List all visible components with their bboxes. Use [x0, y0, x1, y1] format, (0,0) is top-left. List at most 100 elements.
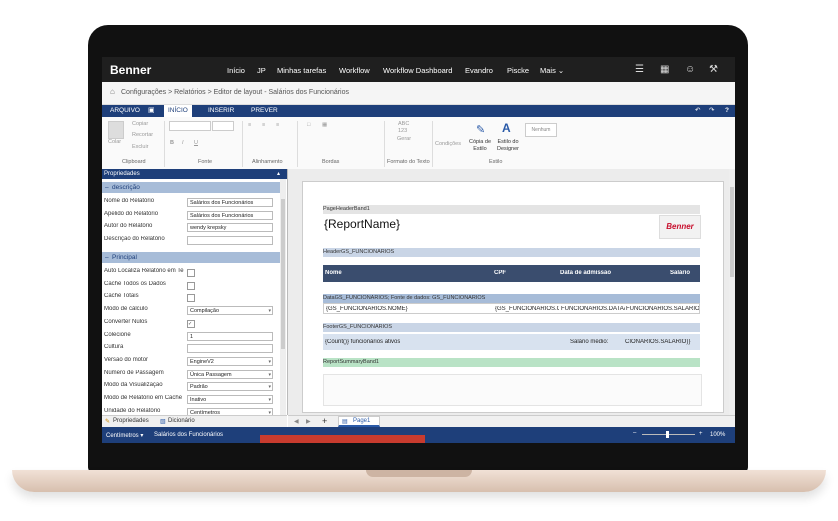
font-family-select[interactable] [169, 121, 211, 131]
tab-inserir[interactable]: INSERIR [204, 105, 238, 117]
help-icon[interactable]: ? [721, 105, 733, 117]
report-page[interactable]: PageHeaderBand1 {ReportName} Benner Head… [302, 181, 724, 413]
chevron-down-icon[interactable]: ▾ [268, 358, 271, 365]
scroll-thumb[interactable] [281, 199, 285, 349]
tab-dicionario[interactable]: Dicionário [168, 418, 195, 424]
property-select[interactable]: Única Passagem ▾ [187, 369, 273, 379]
col-nome[interactable]: Nome [325, 270, 342, 276]
property-input[interactable]: wendy krepsky [187, 223, 273, 232]
border-all-icon[interactable]: ▦ [322, 122, 327, 128]
chevron-down-icon[interactable]: ▾ [268, 383, 271, 390]
property-select[interactable]: Padrão ▾ [187, 382, 273, 392]
zoom-in-button[interactable]: + [699, 431, 703, 437]
footer-band[interactable]: FooterGS_FUNCIONARIOS [323, 323, 700, 332]
colar-button[interactable]: Colar [108, 139, 121, 145]
property-input[interactable] [187, 235, 273, 245]
copiar-button[interactable]: Copiar [132, 121, 148, 127]
section-principal[interactable]: – Principal [102, 252, 280, 263]
redo-icon[interactable]: ↷ [705, 105, 718, 117]
font-size-select[interactable] [212, 121, 234, 131]
home-icon[interactable]: ⌂ [110, 87, 115, 96]
nav-evandro[interactable]: Evandro [465, 66, 493, 75]
property-input[interactable]: Salários dos Funcionários [187, 210, 273, 220]
property-select[interactable]: EngineV2 ▾ [187, 356, 273, 366]
zoom-slider-thumb[interactable] [666, 431, 669, 438]
header-band[interactable]: HeaderGS_FUNCIONARIOS [323, 248, 700, 257]
unit-select[interactable]: Centímetros ▾ [106, 432, 143, 439]
properties-scrollbar[interactable] [280, 179, 286, 415]
cell-cpf[interactable]: {GS_FUNCIONARIOS.CP [495, 306, 559, 312]
chevron-down-icon[interactable]: ▾ [268, 396, 271, 403]
property-checkbox[interactable] [187, 269, 195, 277]
wrench-icon[interactable]: ⚒ [709, 64, 718, 75]
tab-prever[interactable]: PREVER [247, 105, 282, 117]
save-icon[interactable]: ▣ [144, 105, 159, 117]
property-checkbox[interactable] [187, 294, 195, 303]
footer-count[interactable]: {Count()} funcionários ativos [325, 339, 400, 345]
benner-logo[interactable]: Benner [110, 63, 151, 77]
condicoes-button[interactable]: Condições [435, 141, 461, 147]
property-select[interactable]: Inativo ▾ [187, 395, 273, 404]
tab-inicio[interactable]: INÍCIO [164, 105, 192, 117]
nav-minhas-tarefas[interactable]: Minhas tarefas [277, 66, 326, 75]
benner-report-logo[interactable]: Benner [659, 215, 701, 239]
nav-workflow[interactable]: Workflow [339, 66, 370, 75]
user-icon[interactable]: ☺ [685, 64, 695, 75]
align-right-icon[interactable]: ≡ [276, 122, 279, 128]
undo-icon[interactable]: ↶ [691, 105, 704, 117]
nav-inicio[interactable]: Início [227, 66, 245, 75]
recortar-button[interactable]: Recortar [132, 132, 153, 138]
report-name-field[interactable]: {ReportName} [324, 217, 400, 231]
col-cpf[interactable]: CPF [494, 270, 506, 276]
property-input[interactable] [187, 344, 273, 354]
tab-arquivo[interactable]: ARQUIVO [106, 105, 144, 117]
col-data-admissao[interactable]: Data de admissão [560, 270, 611, 276]
reports-icon[interactable]: ☰ [635, 64, 644, 75]
breadcrumb-path[interactable]: Configurações > Relatórios > Editor de l… [121, 89, 349, 96]
cell-data-admissao[interactable]: FUNCIONARIOS.DATAADM [561, 306, 625, 312]
page-header-band[interactable]: PageHeaderBand1 [323, 205, 700, 214]
cell-nome[interactable]: {GS_FUNCIONARIOS.NOME} [326, 306, 491, 312]
nav-piscke[interactable]: Piscke [507, 66, 529, 75]
copia-estilo-button[interactable]: Cópia de Estilo [466, 139, 494, 153]
align-left-icon[interactable]: ≡ [248, 122, 251, 128]
align-center-icon[interactable]: ≡ [262, 122, 265, 128]
property-checkbox[interactable]: ✓ [187, 319, 195, 328]
italic-icon[interactable]: I [182, 140, 184, 146]
footer-avg-label[interactable]: Salário médio: [570, 339, 608, 345]
add-page-button[interactable]: + [322, 416, 327, 426]
nav-workflow-dashboard[interactable]: Workflow Dashboard [383, 66, 452, 75]
property-checkbox[interactable] [187, 281, 195, 290]
border-icon[interactable]: □ [307, 122, 310, 128]
properties-icon: ✎ [105, 419, 111, 425]
footer-avg-value[interactable]: CIONARIOS.SALARIO)} [625, 339, 698, 345]
bold-icon[interactable]: B [170, 140, 174, 146]
property-select[interactable]: Compilação ▾ [187, 306, 273, 316]
col-salario[interactable]: Salário [670, 270, 690, 276]
nav-mais[interactable]: Mais ⌄ [540, 66, 564, 75]
underline-icon[interactable]: U [194, 140, 198, 146]
tab-propriedades[interactable]: Propriedades [113, 418, 149, 424]
property-input[interactable]: 1 [187, 331, 273, 341]
breadcrumb: ⌂ Configurações > Relatórios > Editor de… [102, 82, 735, 105]
zoom-out-button[interactable]: – [633, 430, 636, 436]
gerar-button[interactable]: Gerar [397, 136, 411, 142]
excluir-button[interactable]: Excluir [132, 144, 149, 150]
calendar-icon[interactable]: ▦ [660, 64, 669, 75]
summary-band[interactable]: ReportSummaryBand1 [323, 358, 700, 367]
cell-salario[interactable]: FUNCIONARIOS.SALARIO} [626, 306, 699, 312]
prev-page-icon[interactable]: ◀ [294, 418, 299, 425]
chevron-down-icon[interactable]: ▾ [268, 371, 271, 378]
canvas-scrollbar[interactable] [729, 169, 735, 415]
section-descricao[interactable]: – descrição [102, 182, 280, 193]
pin-icon[interactable]: ▴ [277, 169, 280, 179]
nav-jp[interactable]: JP [257, 66, 266, 75]
style-select[interactable]: Nenhum [525, 123, 557, 137]
scroll-thumb[interactable] [730, 187, 734, 277]
next-page-icon[interactable]: ▶ [306, 418, 311, 425]
data-band[interactable]: DataGS_FUNCIONARIOS; Fonte de dados: GS_… [323, 294, 700, 303]
chevron-down-icon[interactable]: ▾ [268, 307, 271, 314]
property-input[interactable]: Salários dos Funcionários [187, 198, 273, 207]
page-tab[interactable]: ▤ Page1 [338, 416, 380, 427]
estilo-designer-button[interactable]: Estilo do Designer [494, 139, 522, 153]
